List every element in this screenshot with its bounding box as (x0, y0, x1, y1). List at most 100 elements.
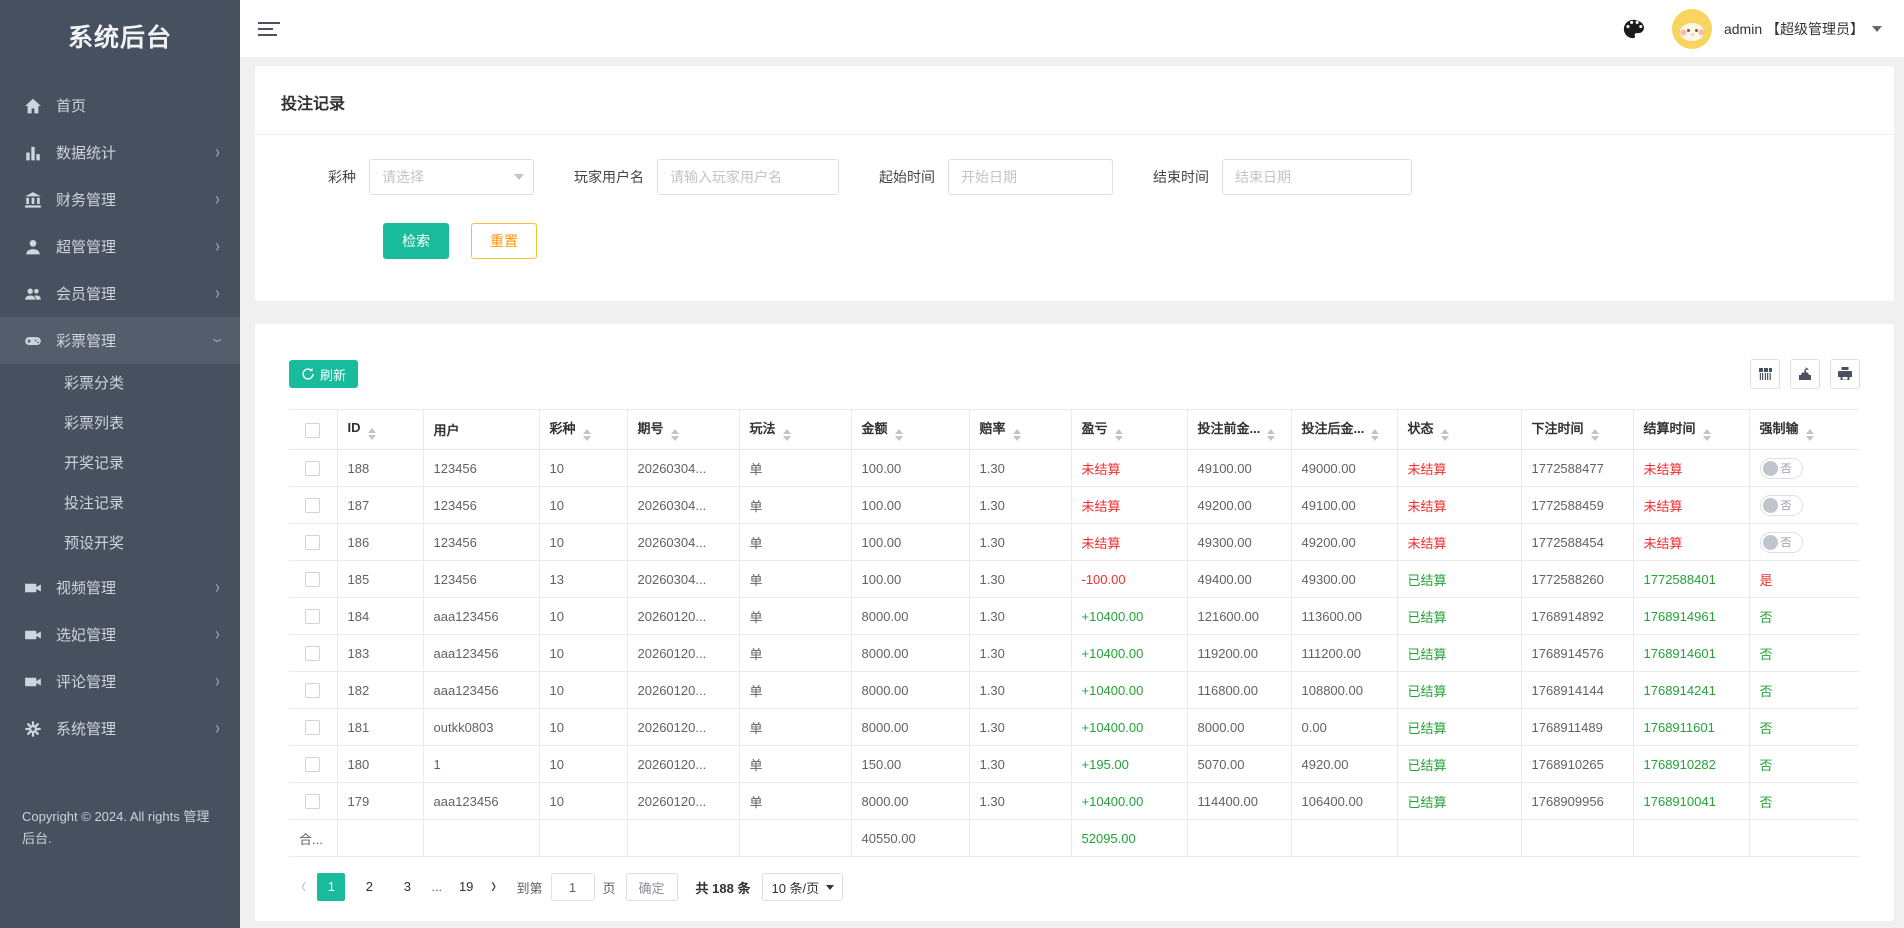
search-button[interactable]: 检索 (383, 223, 449, 259)
sort-icon[interactable] (1441, 429, 1449, 441)
topbar: admin 【超级管理员】 (240, 0, 1904, 57)
player-input[interactable] (657, 159, 839, 195)
column-header[interactable]: 期号 (627, 410, 739, 450)
column-header[interactable]: 下注时间 (1521, 410, 1633, 450)
username[interactable]: admin 【超级管理员】 (1724, 19, 1864, 39)
id-cell: 181 (337, 709, 423, 746)
sidebar-subitem[interactable]: 预设开奖 (0, 524, 240, 564)
row-checkbox[interactable] (305, 646, 320, 661)
sort-icon[interactable] (783, 429, 791, 441)
main-area: admin 【超级管理员】 投注记录 彩种 玩家用户名 (240, 0, 1904, 928)
page-size-select[interactable]: 10 条/页 (762, 873, 843, 901)
row-checkbox[interactable] (305, 572, 320, 587)
sort-icon[interactable] (1115, 429, 1123, 441)
sidebar-item[interactable]: 数据统计› (0, 129, 240, 176)
sidebar-item-label: 彩票管理 (56, 330, 215, 351)
print-button[interactable] (1830, 359, 1860, 389)
sidebar-subitem[interactable]: 彩票列表 (0, 404, 240, 444)
theme-palette-icon[interactable] (1622, 18, 1644, 40)
columns-button[interactable] (1750, 359, 1780, 389)
sort-icon[interactable] (368, 428, 376, 440)
column-header[interactable]: 投注前金... (1187, 410, 1291, 450)
row-checkbox[interactable] (305, 535, 320, 550)
id-cell: 182 (337, 672, 423, 709)
bet-time-cell: 1772588454 (1521, 524, 1633, 561)
refresh-icon (301, 367, 315, 381)
sort-icon[interactable] (1013, 429, 1021, 441)
user-menu-caret-icon[interactable] (1872, 26, 1882, 32)
sidebar-item[interactable]: 视频管理› (0, 564, 240, 611)
select-all-checkbox[interactable] (305, 423, 320, 438)
page-number[interactable]: 3 (393, 873, 421, 901)
sidebar-subitem[interactable]: 彩票分类 (0, 364, 240, 404)
avatar[interactable] (1672, 9, 1712, 49)
sidebar-item[interactable]: 超管管理› (0, 223, 240, 270)
column-label: 投注后金... (1302, 421, 1365, 436)
column-header[interactable]: 玩法 (739, 410, 851, 450)
column-header[interactable]: 金额 (851, 410, 969, 450)
sort-icon[interactable] (1591, 429, 1599, 441)
sidebar-item[interactable]: 选妃管理› (0, 611, 240, 658)
sidebar-subitem[interactable]: 投注记录 (0, 484, 240, 524)
refresh-button[interactable]: 刷新 (289, 360, 358, 388)
force-lose-toggle[interactable]: 否 (1760, 458, 1803, 479)
page-ellipsis: ... (431, 879, 442, 894)
sort-icon[interactable] (671, 429, 679, 441)
row-checkbox[interactable] (305, 461, 320, 476)
column-header[interactable]: 盈亏 (1071, 410, 1187, 450)
sidebar-item[interactable]: 系统管理› (0, 705, 240, 752)
user-cell: 1 (423, 746, 539, 783)
page-number[interactable]: 19 (452, 873, 480, 901)
row-checkbox[interactable] (305, 757, 320, 772)
lottery-cell: 10 (539, 487, 627, 524)
odds-cell: 1.30 (969, 450, 1071, 487)
row-checkbox[interactable] (305, 498, 320, 513)
column-header[interactable]: 结算时间 (1633, 410, 1749, 450)
chevron-icon: › (216, 236, 220, 256)
sidebar-item[interactable]: 会员管理› (0, 270, 240, 317)
table-panel: 刷新 I (255, 324, 1894, 921)
column-header[interactable]: 赔率 (969, 410, 1071, 450)
sidebar-item[interactable]: 首页 (0, 82, 240, 129)
page-jump-input[interactable] (551, 873, 595, 901)
row-checkbox[interactable] (305, 794, 320, 809)
sidebar-subitem[interactable]: 开奖记录 (0, 444, 240, 484)
force-lose-toggle[interactable]: 否 (1760, 495, 1803, 516)
cell (1397, 820, 1521, 857)
row-checkbox[interactable] (305, 609, 320, 624)
lottery-select[interactable] (369, 159, 534, 195)
bets-table: ID 用户 彩种 期号玩法金额赔率盈亏投注前金... 投注后金... 状态下注时间结算时间… (289, 409, 1859, 857)
column-label: 彩种 (550, 421, 576, 436)
next-page-icon[interactable]: › (491, 874, 496, 899)
column-label: 用户 (434, 423, 460, 438)
row-checkbox[interactable] (305, 720, 320, 735)
sort-icon[interactable] (1267, 429, 1275, 441)
end-date-input[interactable] (1222, 159, 1412, 195)
column-header[interactable]: 强制输 (1749, 410, 1859, 450)
sidebar-item[interactable]: 彩票管理› (0, 317, 240, 364)
sort-icon[interactable] (1371, 429, 1379, 441)
sidebar-item[interactable]: 评论管理› (0, 658, 240, 705)
column-label: 投注前金... (1198, 421, 1261, 436)
column-header[interactable]: 投注后金... (1291, 410, 1397, 450)
column-header[interactable]: 状态 (1397, 410, 1521, 450)
force-lose-toggle[interactable]: 否 (1760, 532, 1803, 553)
jump-confirm-button[interactable]: 确定 (626, 873, 678, 901)
issue-cell: 20260120... (627, 672, 739, 709)
row-checkbox[interactable] (305, 683, 320, 698)
reset-button[interactable]: 重置 (471, 223, 537, 259)
page-number[interactable]: 1 (317, 873, 345, 901)
start-date-input[interactable] (948, 159, 1113, 195)
export-button[interactable] (1790, 359, 1820, 389)
page-number[interactable]: 2 (355, 873, 383, 901)
sort-icon[interactable] (583, 429, 591, 441)
sort-icon[interactable] (895, 429, 903, 441)
sort-icon[interactable] (1806, 429, 1814, 441)
lottery-cell: 10 (539, 635, 627, 672)
column-header[interactable]: 彩种 (539, 410, 627, 450)
sidebar-item[interactable]: 财务管理› (0, 176, 240, 223)
column-header[interactable]: ID (337, 410, 423, 450)
prev-page-icon[interactable]: ‹ (301, 874, 306, 899)
sort-icon[interactable] (1703, 429, 1711, 441)
menu-toggle-icon[interactable] (258, 18, 282, 40)
